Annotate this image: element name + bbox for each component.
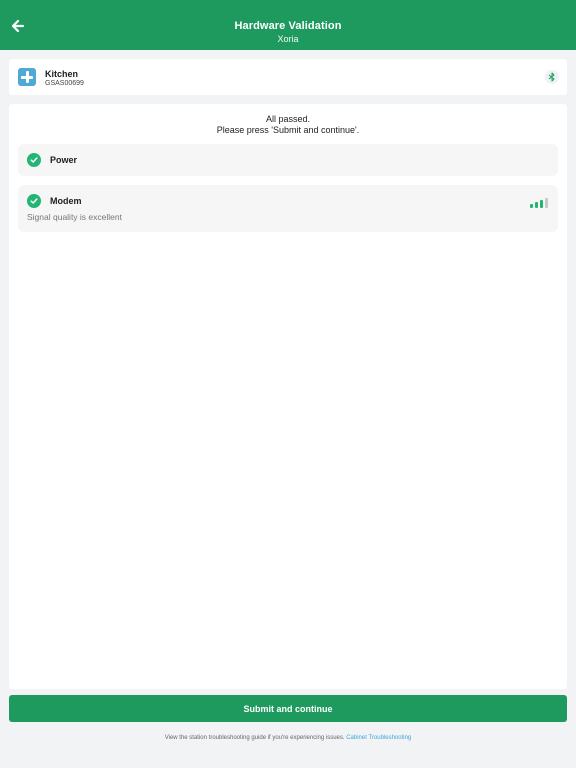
- troubleshooting-link[interactable]: Cabinet Troubleshooting: [346, 735, 411, 741]
- validation-panel: All passed. Please press 'Submit and con…: [9, 104, 567, 689]
- check-label: Power: [50, 155, 78, 165]
- status-instruction: Please press 'Submit and continue'.: [216, 125, 360, 135]
- footer-text: View the station troubleshooting guide i…: [164, 735, 345, 741]
- signal-note: Signal quality is excellent: [27, 212, 122, 222]
- plus-icon: [18, 68, 36, 86]
- check-item-power: Power: [18, 144, 558, 176]
- page-title: Hardware Validation: [234, 20, 342, 32]
- check-circle-icon: [27, 153, 41, 167]
- footer-help: View the station troubleshooting guide i…: [0, 735, 576, 741]
- device-card: Kitchen GSAS00699: [9, 59, 567, 95]
- bluetooth-icon: [545, 70, 559, 84]
- status-message: All passed.: [265, 114, 311, 124]
- signal-strength-icon: [530, 196, 550, 208]
- page-subtitle: Xoria: [277, 34, 299, 44]
- device-serial: GSAS00699: [45, 80, 84, 87]
- check-item-modem: Modem Signal quality is excellent: [18, 185, 558, 232]
- check-label: Modem: [50, 196, 82, 206]
- device-name: Kitchen: [45, 69, 79, 79]
- app-header: Hardware Validation Xoria: [0, 0, 576, 50]
- submit-button[interactable]: Submit and continue: [9, 695, 567, 722]
- check-circle-icon: [27, 194, 41, 208]
